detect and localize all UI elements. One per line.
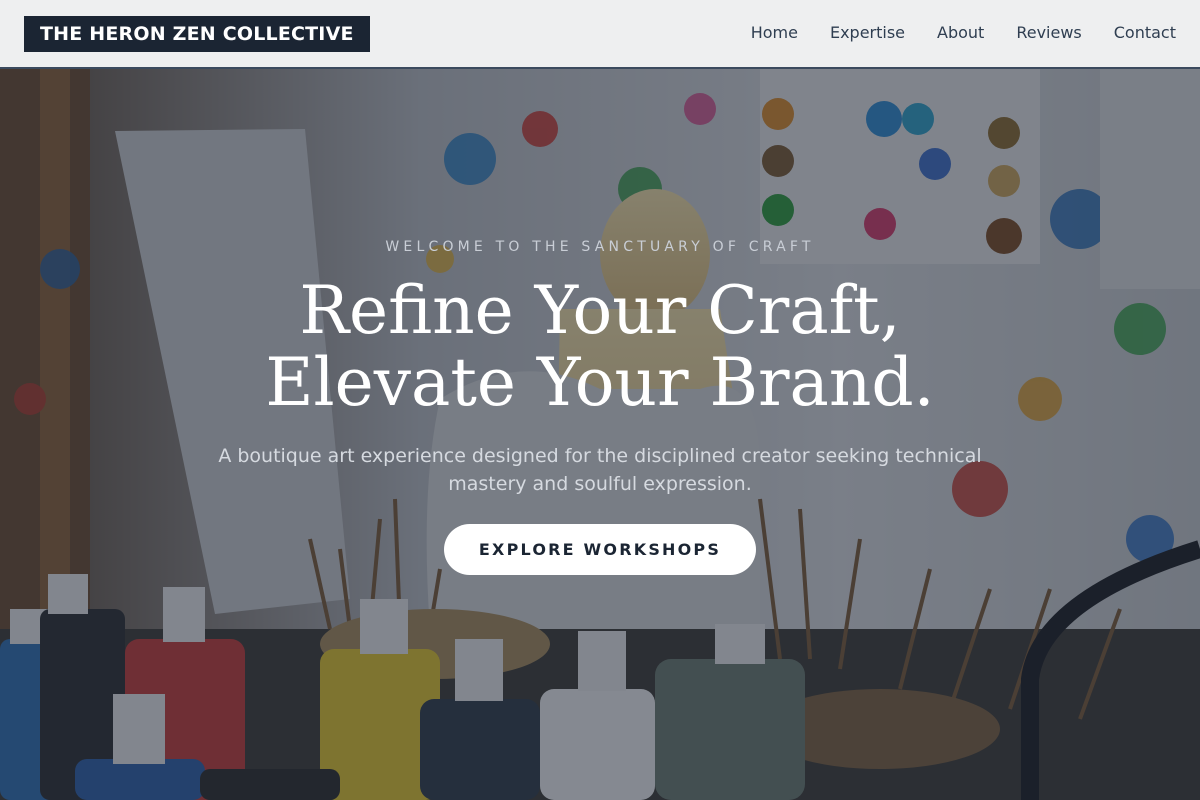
nav-link-expertise[interactable]: Expertise [830, 23, 905, 43]
hero-headline: Refine Your Craft, Elevate Your Brand. [0, 275, 1200, 419]
hero-section: WELCOME TO THE SANCTUARY OF CRAFT Refine… [0, 69, 1200, 800]
hero-content: WELCOME TO THE SANCTUARY OF CRAFT Refine… [0, 69, 1200, 800]
nav-link-contact[interactable]: Contact [1114, 23, 1176, 43]
hero-headline-line-1: Refine Your Craft, [299, 272, 901, 349]
brand-logo[interactable]: THE HERON ZEN COLLECTIVE [24, 16, 370, 52]
nav-link-reviews[interactable]: Reviews [1016, 23, 1081, 43]
site-header: THE HERON ZEN COLLECTIVE Home Expertise … [0, 0, 1200, 69]
main-nav: Home Expertise About Reviews Contact [751, 23, 1176, 43]
nav-link-home[interactable]: Home [751, 23, 798, 43]
nav-link-about[interactable]: About [937, 23, 984, 43]
hero-eyebrow: WELCOME TO THE SANCTUARY OF CRAFT [385, 239, 815, 255]
hero-subtitle: A boutique art experience designed for t… [218, 445, 982, 495]
hero-headline-line-2: Elevate Your Brand. [265, 344, 935, 421]
explore-workshops-button[interactable]: EXPLORE WORKSHOPS [444, 524, 756, 575]
